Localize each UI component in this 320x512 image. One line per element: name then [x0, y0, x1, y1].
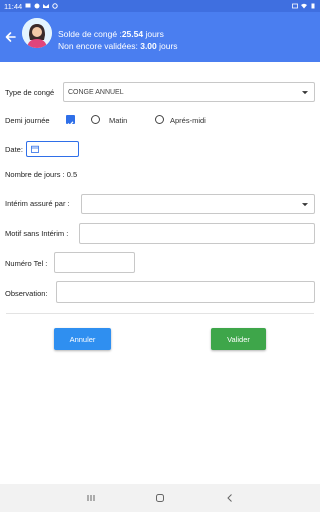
cast-icon	[292, 3, 298, 9]
demi-journee-label: Demi journée	[5, 116, 50, 125]
woman-avatar-icon	[22, 18, 52, 48]
observation-label: Observation:	[5, 289, 48, 298]
interim-select[interactable]	[81, 194, 315, 214]
nombre-jours-label: Nombre de jours : 0.5	[5, 170, 78, 179]
dropdown-arrow-icon	[302, 91, 308, 95]
battery-icon	[311, 3, 315, 9]
back-arrow-icon[interactable]	[4, 28, 18, 46]
type-conge-value: CONGE ANNUEL	[68, 88, 124, 96]
calendar-icon	[31, 145, 39, 153]
non-validees-text: Non encore validées: 3.00 jours	[58, 41, 178, 51]
divider	[6, 313, 314, 314]
recent-apps-icon[interactable]	[86, 493, 96, 503]
home-icon[interactable]	[155, 493, 165, 503]
type-conge-label: Type de congé	[5, 88, 55, 97]
app-bar: Solde de congé :25.54 jours Non encore v…	[0, 12, 320, 62]
gmail-icon	[43, 4, 50, 8]
valider-button[interactable]: Valider	[211, 328, 266, 350]
annuler-button[interactable]: Annuler	[54, 328, 111, 350]
interim-label: Intérim assuré par :	[5, 199, 70, 208]
date-input[interactable]	[26, 141, 79, 157]
apres-midi-radio[interactable]	[155, 115, 164, 124]
apres-midi-label: Aprés-midi	[170, 116, 206, 125]
status-time: 11:44	[4, 1, 23, 11]
motif-label: Motif sans Intérim :	[5, 229, 69, 238]
wifi-icon	[301, 3, 307, 9]
date-label: Date:	[5, 145, 23, 154]
checkmark-icon	[67, 121, 74, 127]
back-nav-icon[interactable]	[225, 493, 235, 503]
system-nav-bar	[0, 484, 320, 512]
numero-tel-label: Numéro Tel :	[5, 259, 48, 268]
sync-icon	[52, 3, 58, 9]
demi-journee-checkbox[interactable]	[66, 115, 75, 127]
nombre-jours-value: 0.5	[66, 170, 78, 179]
message-notification-icon	[34, 3, 40, 9]
solde-conge-text: Solde de congé :25.54 jours	[58, 29, 164, 39]
numero-tel-input[interactable]	[54, 252, 135, 273]
chat-notification-icon	[25, 3, 31, 8]
motif-input[interactable]	[79, 223, 315, 244]
observation-input[interactable]	[56, 281, 315, 303]
matin-label: Matin	[109, 116, 128, 125]
user-avatar	[22, 18, 52, 48]
matin-radio[interactable]	[91, 115, 100, 124]
status-bar: 11:44	[0, 0, 320, 12]
type-conge-select[interactable]: CONGE ANNUEL	[63, 82, 315, 102]
dropdown-arrow-icon	[302, 203, 308, 207]
